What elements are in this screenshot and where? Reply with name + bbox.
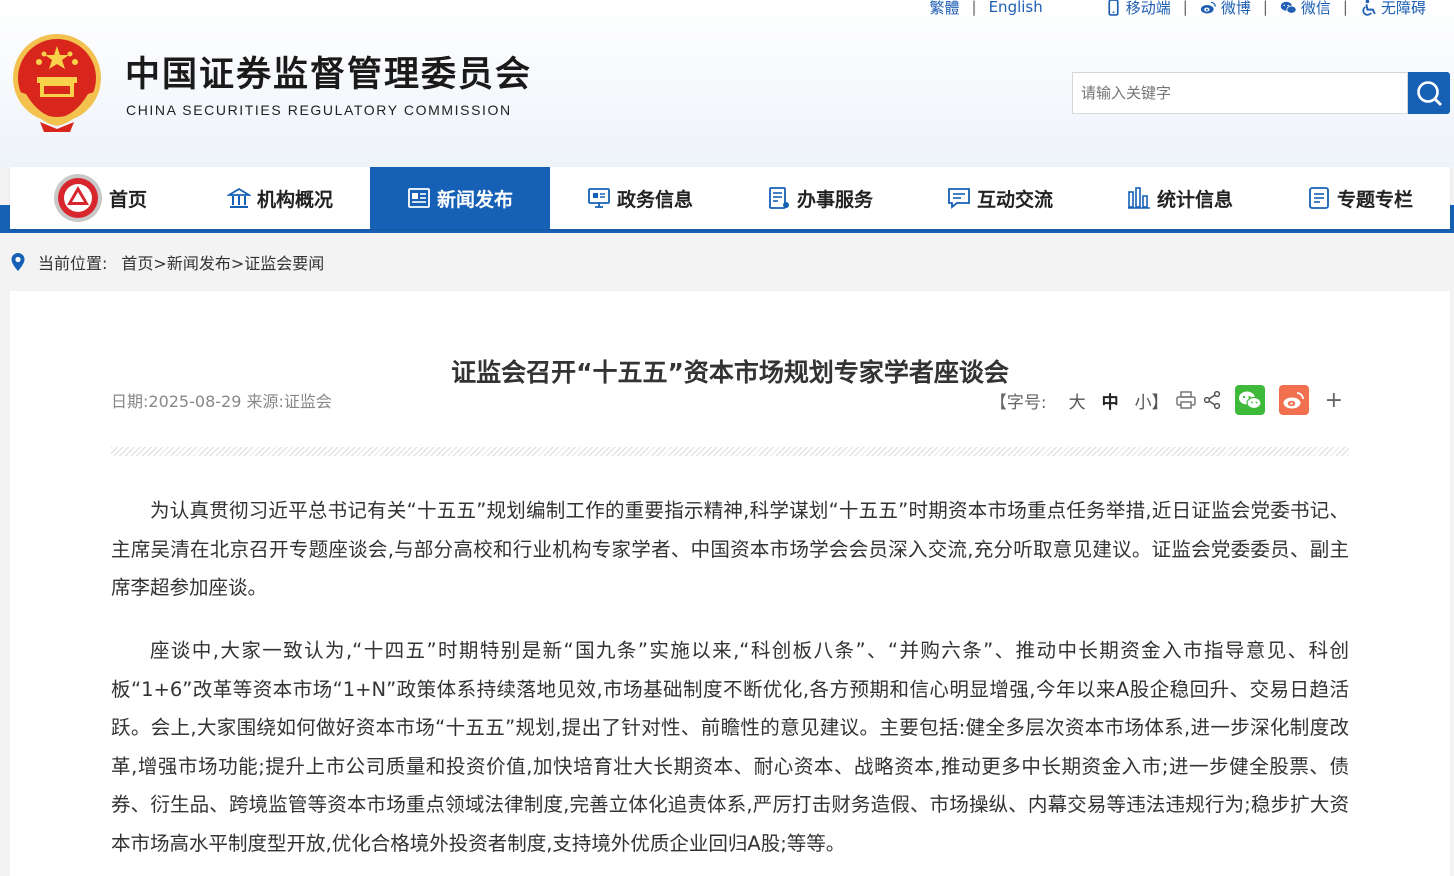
more-share-button[interactable]: + bbox=[1325, 388, 1343, 413]
nav-item-label: 新闻发布 bbox=[436, 188, 513, 211]
article-meta: 日期:2025-08-29 来源:证监会 bbox=[111, 392, 332, 411]
wechat-icon bbox=[1280, 1, 1297, 14]
building-icon bbox=[226, 187, 251, 208]
separator: | bbox=[1182, 0, 1188, 16]
nav-item-label: 互动交流 bbox=[976, 188, 1053, 211]
chat-icon bbox=[948, 188, 970, 209]
news-icon bbox=[408, 188, 430, 208]
share-icon[interactable] bbox=[1201, 389, 1223, 411]
font-size-medium-button[interactable]: 中 bbox=[1102, 388, 1119, 413]
nav-item-government-info[interactable]: 政务信息 bbox=[550, 167, 730, 229]
weibo-icon bbox=[1283, 392, 1304, 409]
nav-item-label: 政务信息 bbox=[616, 188, 693, 211]
accessibility-link[interactable]: 无障碍 bbox=[1360, 0, 1426, 18]
site-title: 中国证券监督管理委员会 bbox=[125, 55, 533, 95]
font-size-label: 【字号: bbox=[989, 392, 1047, 413]
mobile-link-label: 移动端 bbox=[1125, 0, 1171, 17]
separator: | bbox=[1342, 0, 1348, 16]
mobile-phone-icon bbox=[1108, 0, 1119, 16]
title-divider bbox=[111, 447, 1349, 456]
site-header: 繁體 | English 移动端 | 微博 | 微信 | 无障碍 中国证券监督管… bbox=[0, 0, 1454, 167]
breadcrumb-label: 当前位置: bbox=[38, 254, 108, 273]
article-container: 证监会召开“十五五”资本市场规划专家学者座谈会 日期:2025-08-29 来源… bbox=[10, 291, 1450, 876]
location-pin-icon bbox=[11, 253, 25, 271]
accessibility-icon bbox=[1362, 0, 1376, 16]
article-paragraph: 座谈中,大家一致认为,“十四五”时期特别是新“国九条”实施以来,“科创板八条”、… bbox=[111, 639, 1349, 855]
share-weibo-button[interactable] bbox=[1278, 385, 1309, 415]
wechat-link-label: 微信 bbox=[1300, 0, 1331, 17]
nav-item-statistics[interactable]: 统计信息 bbox=[1090, 167, 1270, 229]
wechat-link[interactable]: 微信 bbox=[1280, 0, 1331, 18]
font-size-small-button[interactable]: 小】 bbox=[1135, 388, 1169, 413]
separator: | bbox=[1262, 0, 1268, 16]
article-tools: 【字号: 大 中 小】 + bbox=[990, 384, 1343, 416]
weibo-icon bbox=[1200, 1, 1216, 13]
nav-item-label: 统计信息 bbox=[1156, 188, 1233, 211]
nav-item-special-topics[interactable]: 专题专栏 bbox=[1270, 167, 1450, 229]
list-doc-icon bbox=[1309, 187, 1329, 209]
english-link[interactable]: English bbox=[989, 0, 1043, 16]
breadcrumb: 当前位置: 首页>新闻发布>证监会要闻 bbox=[0, 233, 1454, 291]
search-icon bbox=[1417, 81, 1442, 106]
top-links-bar: 繁體 | English 移动端 | 微博 | 微信 | 无障碍 bbox=[930, 0, 1454, 17]
separator: | bbox=[971, 0, 977, 16]
share-wechat-button[interactable] bbox=[1234, 385, 1265, 415]
monitor-icon bbox=[588, 188, 610, 208]
article-paragraph: 为认真贯彻习近平总书记有关“十五五”规划编制工作的重要指示精神,科学谋划“十五五… bbox=[111, 499, 1349, 599]
traditional-chinese-link[interactable]: 繁體 bbox=[930, 0, 960, 18]
nav-item-label: 机构概况 bbox=[256, 188, 333, 211]
breadcrumb-path[interactable]: 首页>新闻发布>证监会要闻 bbox=[121, 250, 324, 274]
mobile-link[interactable]: 移动端 bbox=[1105, 0, 1171, 18]
accessibility-link-label: 无障碍 bbox=[1380, 0, 1426, 17]
nav-item-interaction[interactable]: 互动交流 bbox=[910, 167, 1090, 229]
search-button[interactable] bbox=[1408, 72, 1450, 114]
search-input[interactable] bbox=[1072, 72, 1408, 114]
print-icon[interactable] bbox=[1175, 389, 1197, 411]
weibo-link[interactable]: 微博 bbox=[1200, 0, 1251, 18]
site-subtitle: CHINA SECURITIES REGULATORY COMMISSION bbox=[126, 102, 512, 118]
nav-item-news[interactable]: 新闻发布 bbox=[370, 167, 550, 229]
nav-item-label: 办事服务 bbox=[796, 188, 873, 211]
nav-item-label: 首页 bbox=[108, 188, 147, 211]
nav-item-services[interactable]: 办事服务 bbox=[730, 167, 910, 229]
nav-item-about[interactable]: 机构概况 bbox=[190, 167, 370, 229]
wechat-icon bbox=[1238, 391, 1262, 410]
document-icon bbox=[769, 187, 789, 209]
nav-item-label: 专题专栏 bbox=[1336, 188, 1413, 211]
national-emblem-logo[interactable] bbox=[10, 32, 104, 132]
main-nav: 首页 机构概况 新闻发布 政务信息 办事服务 互动交流 统计信息 专题专栏 bbox=[10, 167, 1450, 229]
nav-item-home[interactable]: 首页 bbox=[10, 167, 190, 229]
bar-chart-icon bbox=[1127, 187, 1150, 209]
csrc-logo-icon bbox=[53, 174, 102, 222]
font-size-large-button[interactable]: 大 bbox=[1069, 388, 1086, 413]
weibo-link-label: 微博 bbox=[1220, 0, 1251, 17]
